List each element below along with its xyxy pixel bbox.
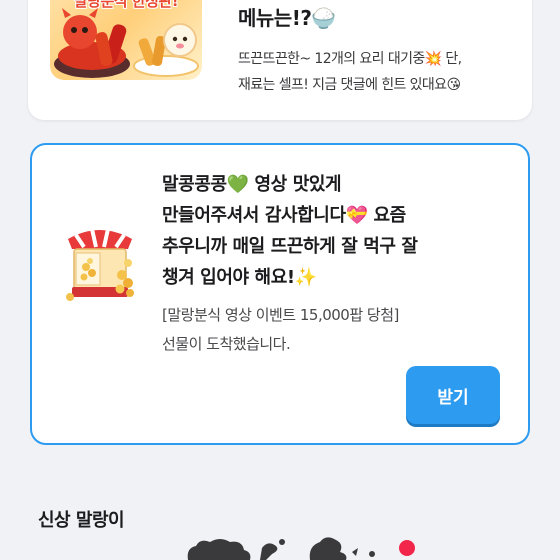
gift-message-line: 말콩콩콩💚 영상 맛있게 <box>162 174 342 195</box>
event-description-line: 뜨끈뜨끈한~ 12개의 요리 대기중💥 단, <box>238 51 462 67</box>
event-card[interactable]: 말랑분식 한정판! 메뉴는!?🍚 뜨끈뜨끈한~ 12개의 요리 대기중💥 단, … <box>28 0 532 120</box>
event-title: 메뉴는!?🍚 <box>238 6 336 30</box>
popcorn-gift-icon <box>62 223 138 303</box>
gift-notice-line: 선물이 도착했습니다. <box>162 335 291 353</box>
gift-notice-line: [말랑분식 영상 이벤트 15,000팝 당첨] <box>162 306 399 324</box>
gift-message-line: 만들어주셔서 감사합니다💝 요즘 <box>162 205 406 226</box>
gift-message-line: 추우니까 매일 뜨끈하게 잘 먹구 잘 <box>162 236 418 257</box>
event-thumbnail: 말랑분식 한정판! <box>50 0 202 80</box>
new-badge-dot <box>399 540 415 556</box>
event-description: 뜨끈뜨끈한~ 12개의 요리 대기중💥 단, 재료는 셀프! 지금 댓글에 힌트… <box>238 46 462 98</box>
receive-button[interactable]: 받기 <box>406 366 500 424</box>
event-description-line: 재료는 셀프! 지금 댓글에 힌트 있대요😘 <box>238 77 461 93</box>
gift-message: 말콩콩콩💚 영상 맛있게 만들어주셔서 감사합니다💝 요즘 추우니까 매일 뜨끈… <box>162 169 512 293</box>
gift-message-line: 챙겨 입어야 해요!✨ <box>162 267 317 288</box>
section-title: 신상 말랑이 <box>38 510 125 531</box>
gift-card: 말콩콩콩💚 영상 맛있게 만들어주셔서 감사합니다💝 요즘 추우니까 매일 뜨끈… <box>30 143 530 445</box>
gift-notice: [말랑분식 영상 이벤트 15,000팝 당첨] 선물이 도착했습니다. <box>162 301 512 359</box>
